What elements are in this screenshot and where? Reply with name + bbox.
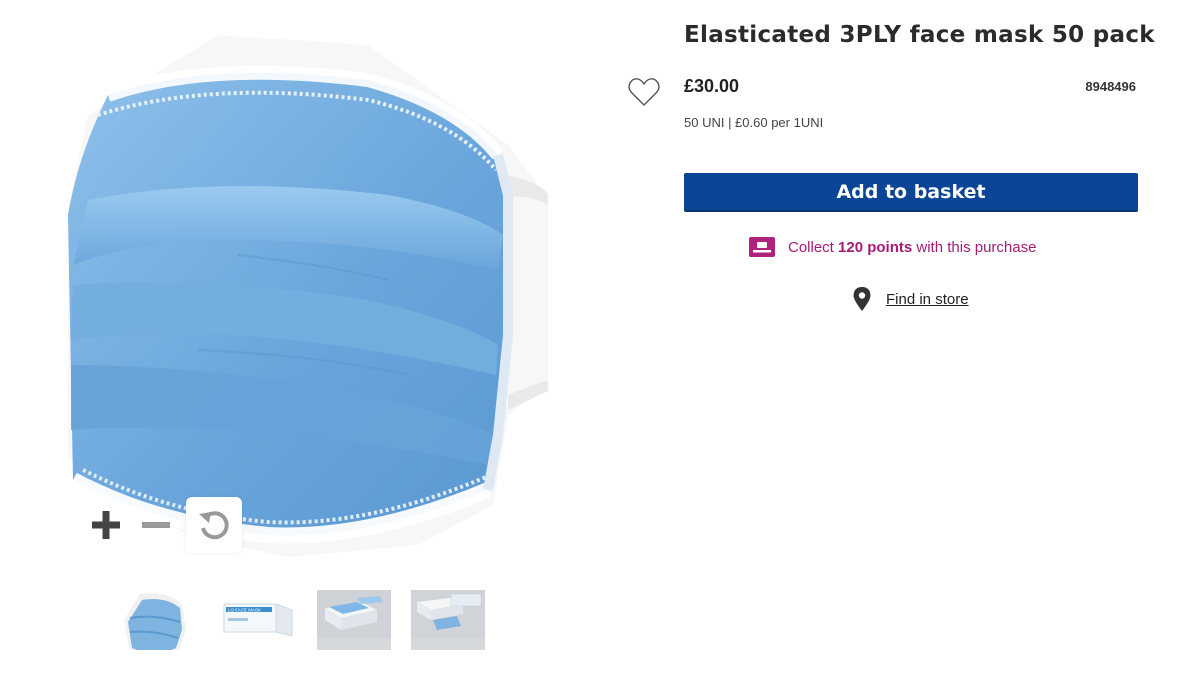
minus-icon <box>142 522 170 528</box>
map-pin-icon <box>853 287 871 311</box>
heart-icon[interactable] <box>627 75 661 109</box>
thumbnail-strip: LQ FACE MASK <box>120 590 500 660</box>
thumb-box-text: LQ FACE MASK <box>228 608 261 613</box>
thumbnail-box-and-mask-image <box>411 590 485 638</box>
product-gallery <box>60 30 660 670</box>
plus-icon <box>92 511 120 539</box>
thumbnail-box-open[interactable] <box>317 590 391 650</box>
find-in-store[interactable]: Find in store <box>852 286 969 312</box>
thumbnail-mask-image <box>124 593 186 650</box>
thumbnail-mask[interactable] <box>120 590 194 650</box>
add-to-basket-button[interactable]: Add to basket <box>684 173 1138 212</box>
thumbnail-box-and-mask[interactable] <box>411 590 485 650</box>
thumbnail-mask-box[interactable]: LQ FACE MASK <box>220 590 294 650</box>
unit-price: 50 UNI | £0.60 per 1UNI <box>684 115 824 130</box>
product-main-image[interactable] <box>68 35 548 560</box>
points-prefix: Collect <box>788 238 839 256</box>
reset-zoom-button[interactable] <box>186 497 242 553</box>
thumbnail-box-open-image <box>317 590 391 638</box>
product-price: £30.00 <box>684 76 740 96</box>
rotate-icon <box>199 511 229 540</box>
points-suffix: with this purchase <box>912 238 1037 256</box>
zoom-in-button[interactable] <box>78 497 134 553</box>
loyalty-card-icon <box>749 237 775 257</box>
points-amount: 120 points <box>838 238 913 256</box>
product-title: Elasticated 3PLY face mask 50 pack <box>684 22 1155 48</box>
product-sku: 8948496 <box>1085 79 1136 94</box>
loyalty-points-message: Collect 120 points with this purchase <box>749 236 1036 258</box>
image-zoom-controls <box>78 497 242 553</box>
thumbnail-box-image: LQ FACE MASK <box>223 603 293 637</box>
zoom-out-button[interactable] <box>128 497 184 553</box>
find-in-store-link[interactable]: Find in store <box>886 291 969 308</box>
